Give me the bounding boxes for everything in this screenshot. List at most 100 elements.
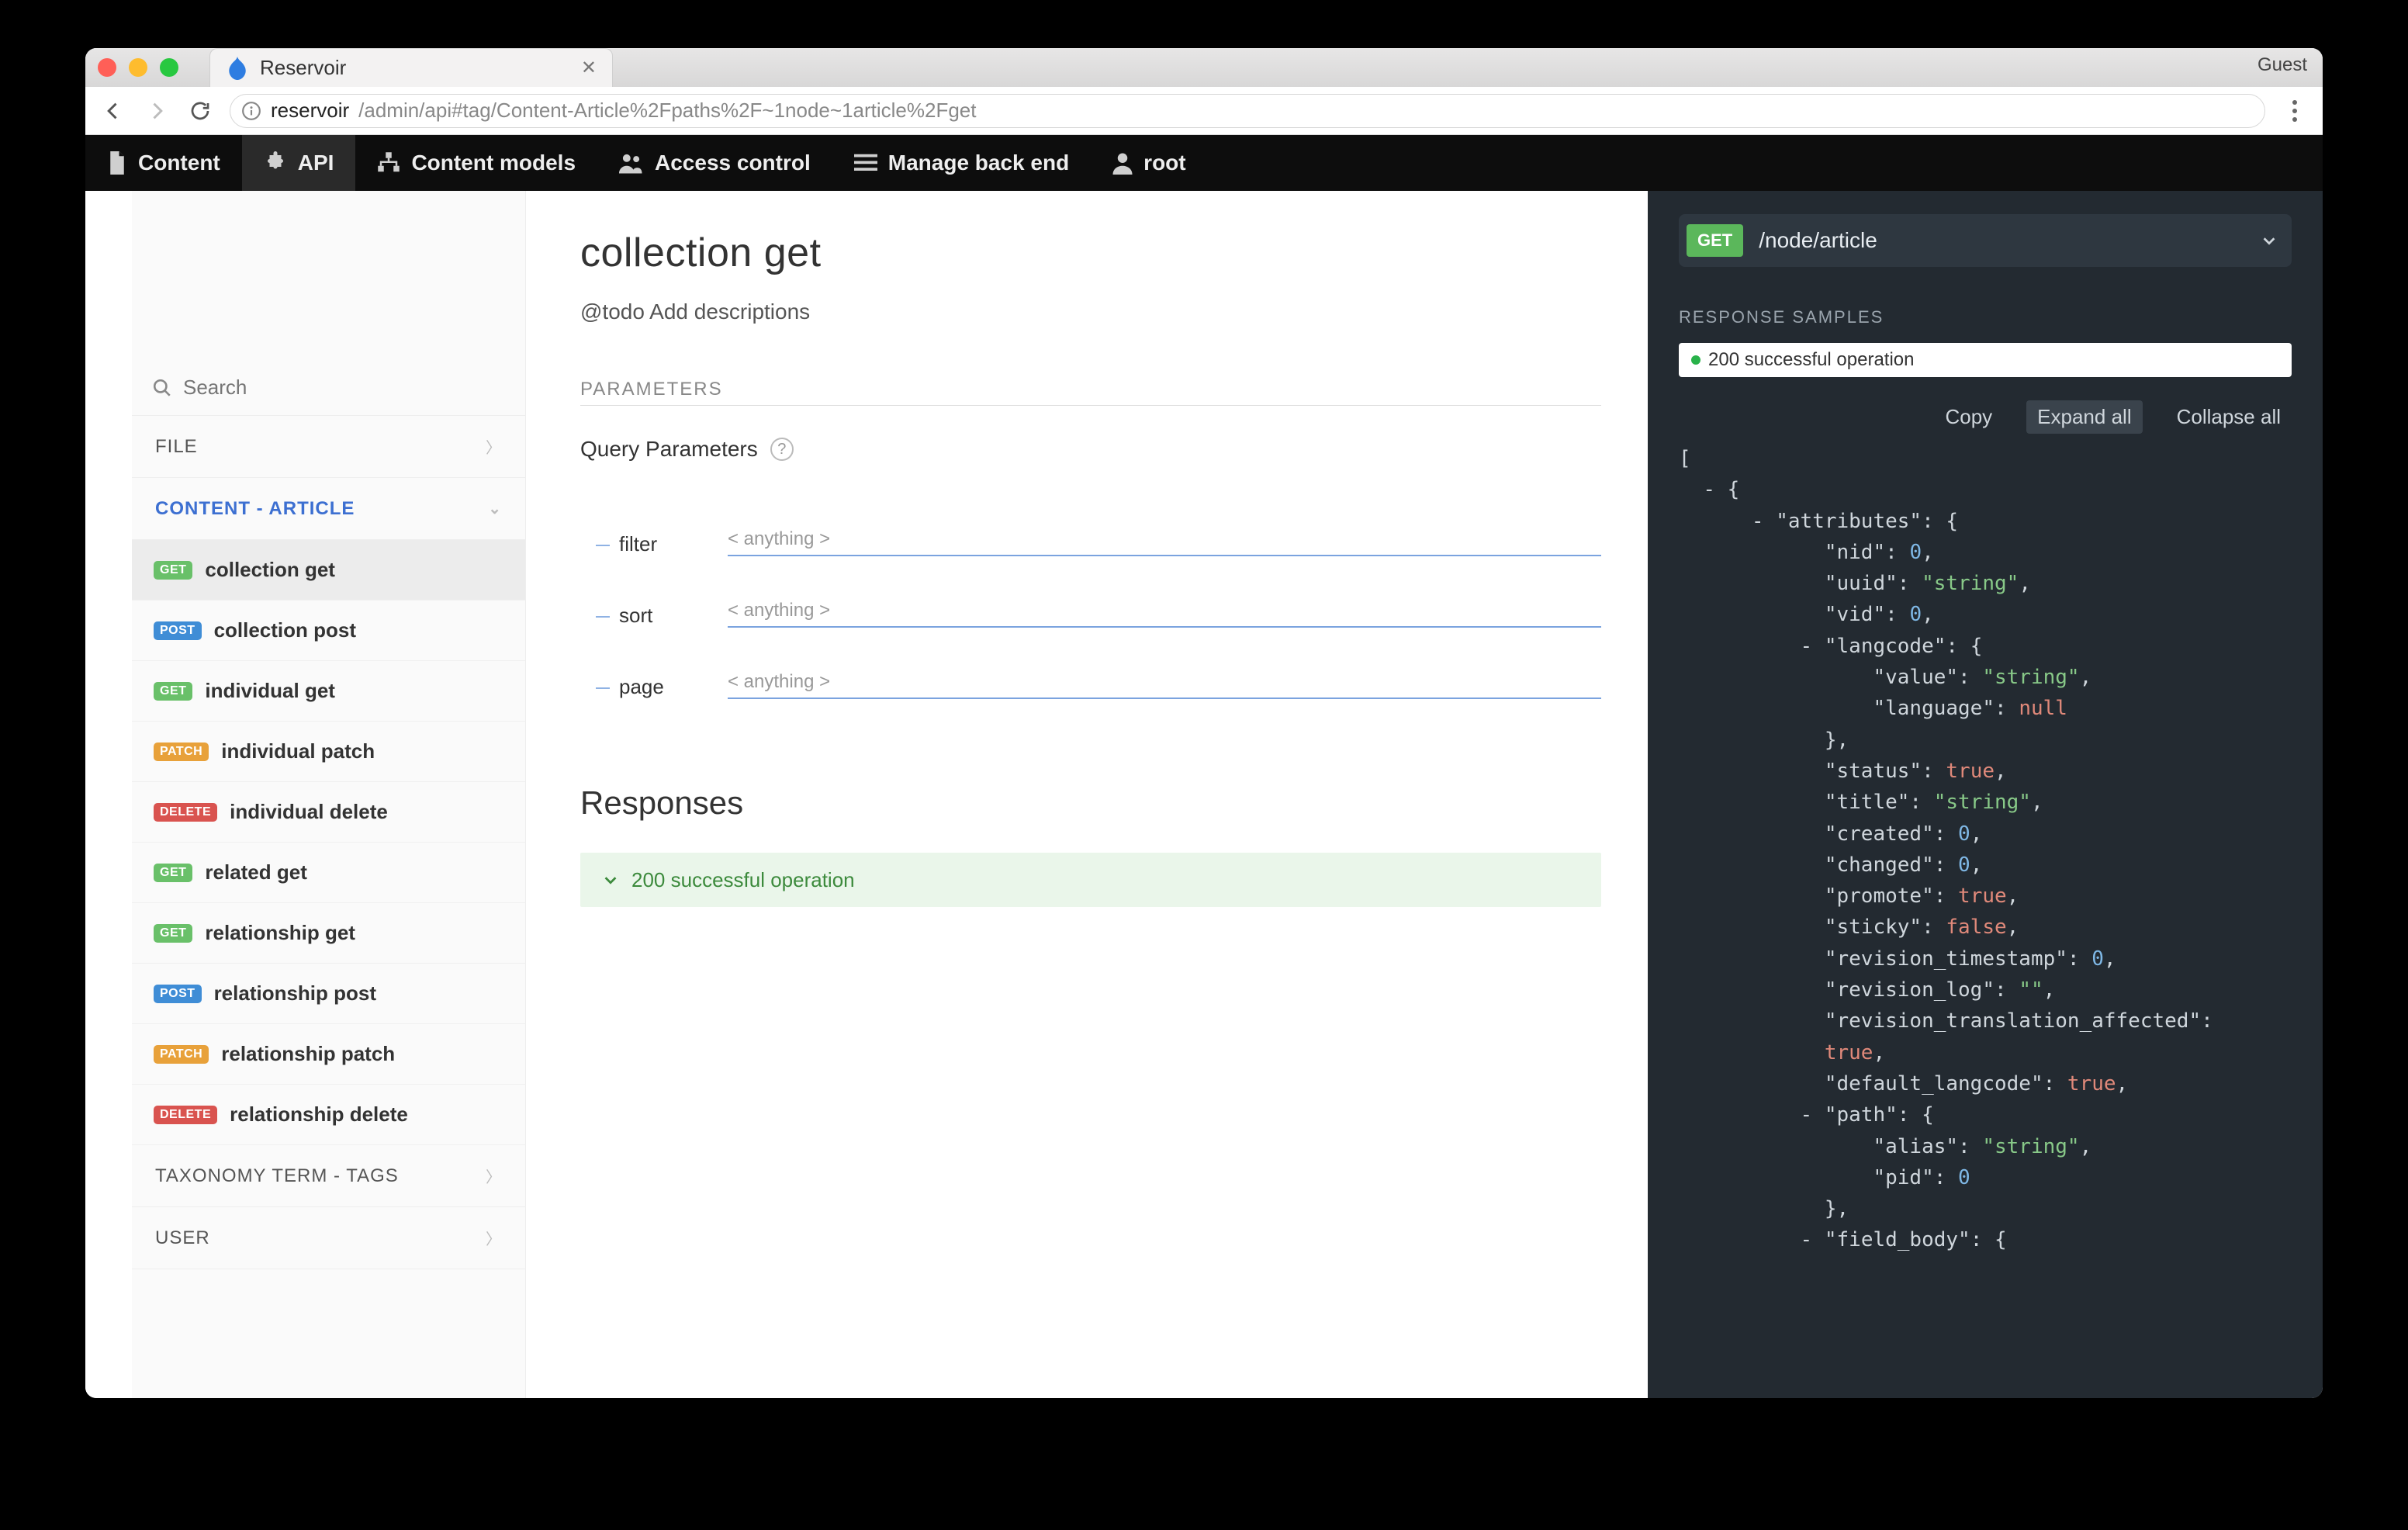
nav-api[interactable]: API	[242, 135, 356, 191]
endpoint-item[interactable]: POSTcollection post	[132, 601, 525, 661]
endpoint-item[interactable]: DELETE individual delete	[132, 782, 525, 843]
endpoint-item[interactable]: PATCH relationship patch	[132, 1024, 525, 1085]
sample-chip-200[interactable]: 200 successful operation	[1679, 343, 2292, 377]
chevron-down-icon	[2261, 232, 2278, 249]
method-tag: DELETE	[154, 803, 217, 822]
query-parameters-heading: Query Parameters ?	[580, 437, 1601, 462]
people-icon	[619, 152, 644, 174]
response-samples-heading: RESPONSE SAMPLES	[1679, 307, 2292, 327]
nav-access[interactable]: Access control	[597, 135, 832, 191]
endpoint-label: individual delete	[230, 800, 388, 824]
profile-guest[interactable]: Guest	[2258, 54, 2307, 76]
url-path: /admin/api#tag/Content-Article%2Fpaths%2…	[358, 99, 976, 123]
endpoint-label: collection post	[214, 618, 356, 642]
endpoint-label: relationship get	[205, 921, 355, 945]
window-close[interactable]	[98, 58, 116, 77]
nav-user[interactable]: root	[1091, 135, 1207, 191]
collapse-all-button[interactable]: Collapse all	[2166, 400, 2292, 434]
content-pane: collection get @todo Add descriptions PA…	[526, 191, 1648, 1398]
tab-close-icon[interactable]: ✕	[581, 57, 597, 79]
status-dot-icon	[1691, 355, 1700, 365]
endpoint-label: relationship patch	[221, 1042, 395, 1066]
left-gutter	[85, 191, 132, 1398]
drupal-icon	[226, 57, 249, 80]
search-input[interactable]	[183, 376, 505, 400]
user-icon	[1112, 151, 1133, 175]
endpoint-item[interactable]: GET related get	[132, 843, 525, 903]
method-tag: GET	[154, 682, 192, 701]
nav-reload[interactable]	[186, 97, 214, 125]
method-tag: POST	[154, 985, 202, 1003]
method-tag: GET	[154, 864, 192, 882]
address-bar[interactable]: reservoir/admin/api#tag/Content-Article%…	[230, 94, 2265, 128]
expand-all-button[interactable]: Expand all	[2026, 400, 2142, 434]
app-nav: Content API Content models Access contro…	[85, 135, 2323, 191]
endpoint-label: relationship delete	[230, 1102, 408, 1127]
param-name: sort	[596, 604, 697, 628]
nav-forward[interactable]	[143, 97, 171, 125]
nav-content[interactable]: Content	[85, 135, 242, 191]
sidebar-cat-user[interactable]: USER 〉	[132, 1207, 525, 1269]
endpoint-label: collection get	[205, 558, 335, 582]
code-tools: Copy Expand all Collapse all	[1648, 377, 2323, 443]
endpoint-item[interactable]: GET individual get	[132, 661, 525, 722]
endpoint-label: relationship post	[214, 981, 376, 1006]
browser-window: Reservoir ✕ Guest reservoir/admin/api#ta…	[85, 48, 2323, 1398]
endpoint-label: related get	[205, 860, 307, 884]
param-row: page < anything >	[596, 628, 1601, 699]
sidebar-cat-file[interactable]: FILE 〉	[132, 416, 525, 478]
page-description: @todo Add descriptions	[580, 299, 1601, 324]
method-tag: GET	[154, 561, 192, 580]
window-zoom[interactable]	[160, 58, 178, 77]
endpoint-label: individual patch	[221, 739, 375, 763]
main: FILE 〉 CONTENT - ARTICLE ⌄ GET collection…	[85, 191, 2323, 1398]
method-tag: PATCH	[154, 1045, 209, 1064]
endpoint-item[interactable]: DELETE relationship delete	[132, 1085, 525, 1145]
chevron-right-icon: 〉	[486, 1227, 502, 1249]
tab-title: Reservoir	[260, 56, 570, 80]
page-title: collection get	[580, 230, 1601, 276]
help-icon[interactable]: ?	[770, 438, 794, 461]
method-tag: DELETE	[154, 1106, 217, 1124]
param-row: sort< anything >	[596, 556, 1601, 628]
param-row: filter< anything >	[596, 485, 1601, 556]
endpoint-item[interactable]: PATCH individual patch	[132, 722, 525, 782]
sidebar-cat-article[interactable]: CONTENT - ARTICLE ⌄	[132, 478, 525, 540]
page-icon	[107, 151, 127, 175]
param-name: page	[596, 675, 697, 699]
chevron-right-icon: 〉	[486, 435, 502, 458]
method-tag: GET	[154, 924, 192, 943]
method-badge: GET	[1687, 224, 1743, 257]
url-bar: reservoir/admin/api#tag/Content-Article%…	[85, 87, 2323, 135]
sidebar: FILE 〉 CONTENT - ARTICLE ⌄ GET collection…	[132, 191, 526, 1398]
hierarchy-icon	[377, 152, 400, 174]
json-sample[interactable]: [ - { - "attributes": { "nid": 0, "uuid"…	[1679, 443, 2292, 1398]
menu-icon	[854, 154, 877, 172]
endpoint-item[interactable]: GET collection get	[132, 540, 525, 601]
endpoint-label: individual get	[205, 679, 335, 703]
parameters-heading: PARAMETERS	[580, 379, 1601, 406]
search-icon	[152, 378, 172, 398]
endpoint-item[interactable]: POST relationship post	[132, 964, 525, 1024]
sidebar-cat-taxonomy[interactable]: TAXONOMY TERM - TAGS 〉	[132, 1145, 525, 1207]
endpoint-item[interactable]: GET relationship get	[132, 903, 525, 964]
sidebar-search[interactable]	[132, 360, 525, 416]
nav-back[interactable]	[99, 97, 127, 125]
request-summary[interactable]: GET /node/article	[1679, 214, 2292, 267]
browser-tab[interactable]: Reservoir ✕	[209, 48, 613, 87]
chevron-right-icon: 〉	[486, 1165, 502, 1187]
response-panel: GET /node/article RESPONSE SAMPLES 200 s…	[1648, 191, 2323, 1398]
window-minimize[interactable]	[129, 58, 147, 77]
response-200[interactable]: 200 successful operation	[580, 853, 1601, 907]
nav-models[interactable]: Content models	[355, 135, 597, 191]
browser-menu[interactable]	[2281, 97, 2309, 125]
copy-button[interactable]: Copy	[1934, 400, 2003, 434]
method-tag: PATCH	[154, 742, 209, 761]
nav-manage[interactable]: Manage back end	[832, 135, 1091, 191]
chevron-down-icon	[602, 871, 619, 888]
chevron-down-icon: ⌄	[488, 499, 502, 518]
param-type: < anything >	[728, 671, 1601, 699]
param-type: < anything >	[728, 528, 1601, 556]
titlebar: Reservoir ✕ Guest	[85, 48, 2323, 87]
responses-heading: Responses	[580, 784, 1601, 822]
